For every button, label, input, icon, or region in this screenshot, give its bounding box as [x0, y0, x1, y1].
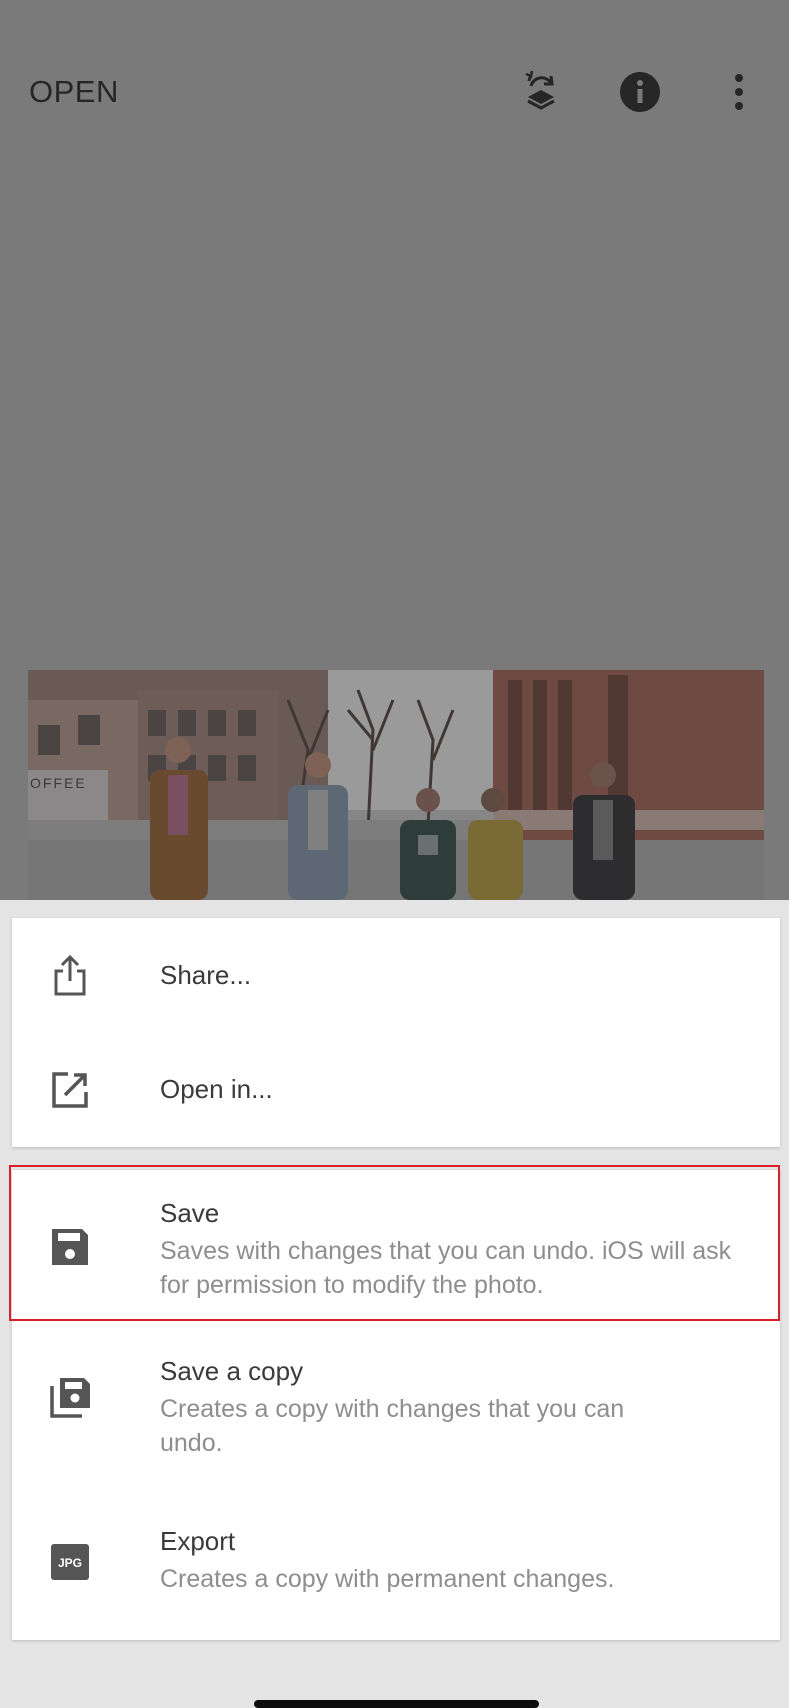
jpg-badge-text: JPG [58, 1556, 82, 1570]
save-floppy-icon [48, 1225, 92, 1269]
save-row[interactable]: Save Saves with changes that you can und… [12, 1170, 780, 1318]
open-in-row[interactable]: Open in... [12, 1032, 780, 1147]
top-bar: OPEN [0, 0, 789, 190]
save-options-card: Save Saves with changes that you can und… [12, 1170, 780, 1640]
share-options-card: Share... Open in... [12, 918, 780, 1147]
save-copy-icon [48, 1374, 92, 1418]
share-row[interactable]: Share... [12, 918, 780, 1032]
jpg-file-icon: JPG [48, 1540, 92, 1584]
export-description: Creates a copy with permanent changes. [160, 1565, 615, 1593]
open-in-label: Open in... [160, 1074, 273, 1104]
share-icon [48, 953, 92, 997]
save-description: Saves with changes that you can undo. iO… [160, 1237, 732, 1299]
undo-layers-icon[interactable] [519, 70, 563, 114]
save-copy-description: Creates a copy with changes that you can… [160, 1395, 625, 1457]
home-indicator [254, 1700, 539, 1708]
info-icon[interactable] [618, 70, 662, 114]
save-copy-title: Save a copy [160, 1356, 304, 1386]
share-label: Share... [160, 960, 252, 990]
photo-preview: OFFEE [28, 670, 764, 900]
save-copy-row[interactable]: Save a copy Creates a copy with changes … [12, 1318, 780, 1486]
save-title: Save [160, 1198, 220, 1228]
coffee-sign: OFFEE [30, 775, 87, 791]
more-vertical-icon[interactable] [717, 70, 761, 114]
export-title: Export [160, 1526, 236, 1556]
open-button[interactable]: OPEN [29, 74, 119, 110]
export-row[interactable]: JPG Export Creates a copy with permanent… [12, 1486, 780, 1640]
open-in-external-icon [48, 1068, 92, 1112]
